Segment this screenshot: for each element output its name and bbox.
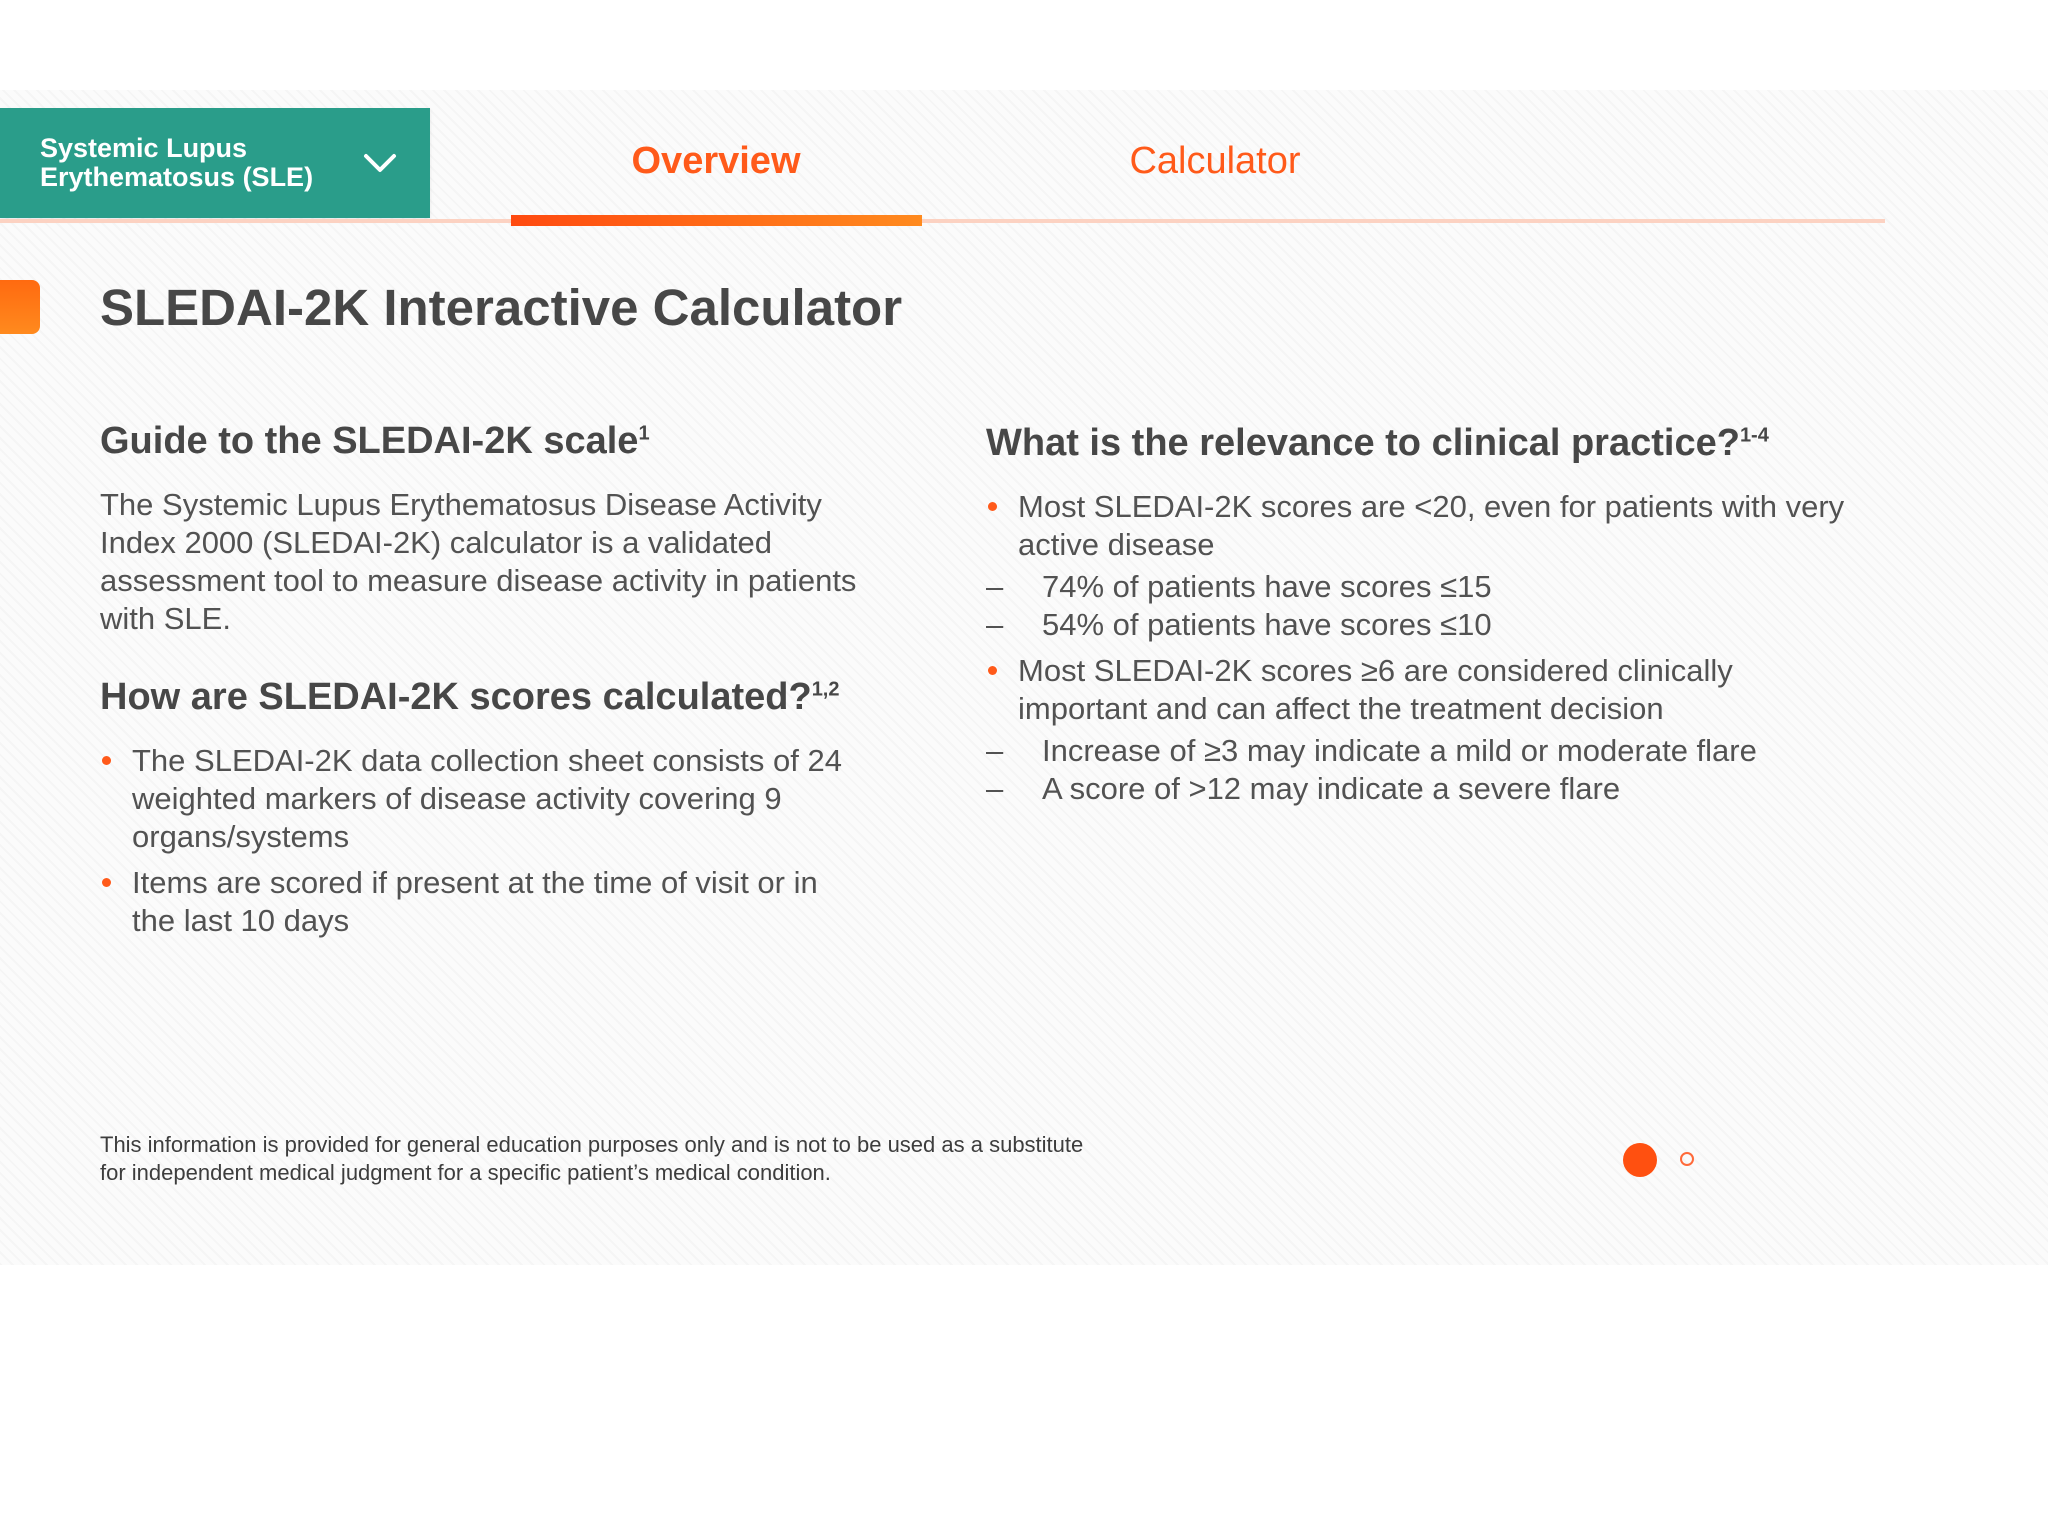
bullet-dot (988, 502, 997, 511)
relevance-heading-ref: 1-4 (1739, 424, 1769, 447)
tab-overview[interactable]: Overview (511, 140, 921, 183)
chevron-down-icon (364, 154, 396, 172)
tabs-divider (0, 219, 1885, 223)
bullet-dot (988, 666, 997, 675)
calculation-heading-ref: 1,2 (811, 678, 840, 701)
disease-selector-label: Systemic Lupus Erythematosus (SLE) (40, 133, 314, 192)
list-item: Most SLEDAI-2K scores ≥6 are considered … (986, 652, 1866, 808)
calculation-heading: How are SLEDAI-2K scores calculated?1,2 (100, 676, 840, 719)
title-accent-marker (0, 280, 40, 334)
disclaimer: This information is provided for general… (100, 1132, 1084, 1185)
bullet-dot (102, 878, 111, 887)
sub-list-item: – 54% of patients have scores ≤10 (986, 606, 1866, 644)
relevance-heading-text: What is the relevance to clinical practi… (986, 422, 1740, 464)
bullet-dot (102, 756, 111, 765)
dash-marker: – (986, 733, 1004, 768)
active-tab-indicator (511, 215, 922, 226)
disease-selector[interactable]: Systemic Lupus Erythematosus (SLE) (0, 108, 430, 218)
bullet-text: Items are scored if present at the time … (132, 865, 818, 938)
guide-heading-ref: 1 (638, 422, 650, 445)
sub-list: – 74% of patients have scores ≤15 – 54% of… (986, 568, 1866, 644)
sub-bullet-text: 74% of patients have scores ≤15 (1042, 569, 1492, 604)
guide-heading-text: Guide to the SLEDAI-2K scale (100, 420, 639, 462)
list-item: The SLEDAI-2K data collection sheet cons… (100, 742, 860, 856)
sub-list: – Increase of ≥3 may indicate a mild or m… (986, 732, 1866, 808)
guide-description: The Systemic Lupus Erythematosus Disease… (100, 487, 857, 636)
sub-bullet-text: Increase of ≥3 may indicate a mild or mo… (1042, 733, 1757, 768)
bullet-text: Most SLEDAI-2K scores ≥6 are considered … (1018, 653, 1733, 726)
relevance-heading: What is the relevance to clinical practi… (986, 422, 1769, 465)
relevance-bullets: Most SLEDAI-2K scores are <20, even for … (986, 488, 1866, 816)
dash-marker: – (986, 771, 1004, 806)
sub-list-item: – Increase of ≥3 may indicate a mild or m… (986, 732, 1866, 770)
sub-bullet-text: A score of >12 may indicate a severe fla… (1042, 771, 1621, 806)
guide-heading: Guide to the SLEDAI-2K scale1 (100, 420, 650, 463)
pager-dot-2[interactable] (1680, 1152, 1694, 1166)
list-item: Items are scored if present at the time … (100, 864, 860, 940)
sub-bullet-text: 54% of patients have scores ≤10 (1042, 607, 1492, 642)
pager-dot-1[interactable] (1623, 1143, 1657, 1177)
list-item: Most SLEDAI-2K scores are <20, even for … (986, 488, 1866, 644)
sub-list-item: – A score of >12 may indicate a severe fl… (986, 770, 1866, 808)
dash-marker: – (986, 569, 1004, 604)
tab-calculator[interactable]: Calculator (1015, 140, 1415, 183)
calculation-bullets: The SLEDAI-2K data collection sheet cons… (100, 742, 860, 948)
calculation-heading-text: How are SLEDAI-2K scores calculated? (100, 676, 812, 718)
sub-list-item: – 74% of patients have scores ≤15 (986, 568, 1866, 606)
bullet-text: The SLEDAI-2K data collection sheet cons… (132, 743, 842, 854)
page-title: SLEDAI-2K Interactive Calculator (100, 279, 903, 336)
dash-marker: – (986, 607, 1004, 642)
bullet-text: Most SLEDAI-2K scores are <20, even for … (1018, 489, 1845, 562)
